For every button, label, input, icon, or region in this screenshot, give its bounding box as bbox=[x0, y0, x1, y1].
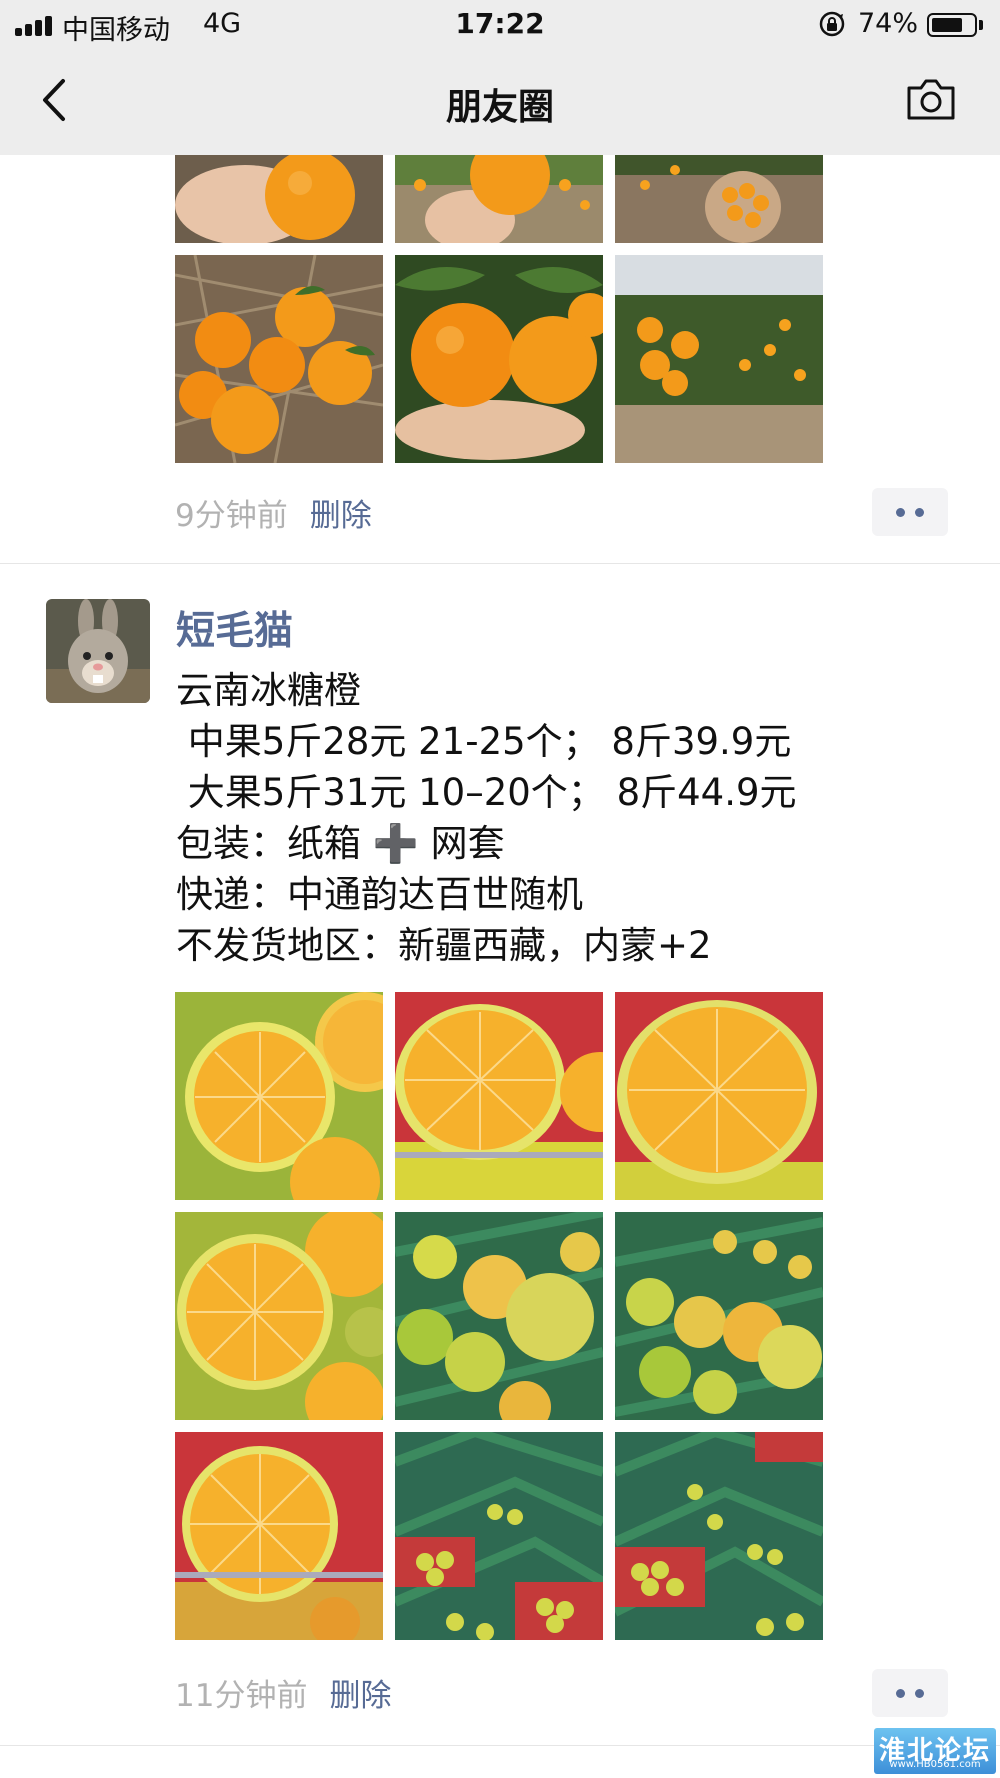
photo-oranges-on-branch-in-hand[interactable] bbox=[395, 255, 603, 463]
post1-timestamp: 9分钟前 bbox=[175, 498, 288, 534]
photo-oranges-on-straw[interactable] bbox=[175, 255, 383, 463]
photo-cut-oranges-2[interactable] bbox=[175, 1212, 383, 1420]
battery-level bbox=[932, 18, 962, 32]
photo-half-orange-1[interactable] bbox=[395, 992, 603, 1200]
photo-crates-of-oranges-3[interactable] bbox=[395, 1432, 603, 1640]
post-text-line: 大果5斤31元 10–20个； 8斤44.9元 bbox=[176, 771, 797, 814]
status-time: 17:22 bbox=[455, 7, 545, 40]
battery-percent: 74% bbox=[858, 8, 919, 39]
post-author[interactable]: 短毛猫 bbox=[176, 600, 293, 656]
photo-crates-of-oranges-1[interactable] bbox=[395, 1212, 603, 1420]
post-text-line: 中果5斤28元 21-25个； 8斤39.9元 bbox=[176, 720, 792, 763]
post-text-line: 云南冰糖橙 bbox=[176, 669, 361, 712]
more-dot-icon bbox=[915, 508, 924, 517]
photo-crates-of-oranges-4[interactable] bbox=[615, 1432, 823, 1640]
post-text-line: 包装：纸箱 ➕ 网套 bbox=[176, 822, 505, 865]
post-text: 云南冰糖橙 中果5斤28元 21-25个； 8斤39.9元 大果5斤31元 10… bbox=[176, 665, 797, 971]
post-text-line: 不发货地区：新疆西藏，内蒙+2 bbox=[176, 924, 712, 967]
photo-half-orange-2[interactable] bbox=[615, 992, 823, 1200]
post2-timestamp: 11分钟前 bbox=[175, 1678, 308, 1714]
post1-meta: 9分钟前 删除 bbox=[175, 490, 372, 535]
camera-icon[interactable] bbox=[905, 76, 957, 122]
more-dot-icon bbox=[915, 1689, 924, 1698]
photo-half-orange-3[interactable] bbox=[175, 1432, 383, 1640]
rotation-lock-icon bbox=[819, 11, 845, 37]
post-divider bbox=[0, 1745, 1000, 1746]
avatar[interactable] bbox=[46, 599, 150, 703]
battery-icon bbox=[927, 13, 977, 37]
top-bar: 中国移动 4G 17:22 74% 朋友圈 bbox=[0, 0, 1000, 155]
page-title: 朋友圈 bbox=[445, 87, 554, 128]
post1-more-button[interactable] bbox=[872, 488, 948, 536]
status-bar: 中国移动 4G 17:22 74% bbox=[0, 0, 1000, 50]
post1-delete-link[interactable]: 删除 bbox=[310, 498, 372, 534]
watermark-url: www.HB0561.com bbox=[889, 1759, 981, 1770]
more-dot-icon bbox=[896, 1689, 905, 1698]
post-divider bbox=[0, 563, 1000, 564]
post2-photo-grid bbox=[175, 992, 823, 1640]
post2-meta: 11分钟前 删除 bbox=[175, 1670, 391, 1715]
photo-orange-orchard[interactable] bbox=[615, 255, 823, 463]
forum-watermark: 淮北论坛 www.HB0561.com bbox=[874, 1728, 996, 1774]
post2-more-button[interactable] bbox=[872, 1669, 948, 1717]
more-dot-icon bbox=[896, 508, 905, 517]
photo-crates-of-oranges-2[interactable] bbox=[615, 1212, 823, 1420]
photo-cut-oranges-1[interactable] bbox=[175, 992, 383, 1200]
post2-delete-link[interactable]: 删除 bbox=[329, 1678, 391, 1714]
post-text-line: 快递：中通韵达百世随机 bbox=[176, 873, 583, 916]
battery-tip bbox=[979, 20, 983, 30]
